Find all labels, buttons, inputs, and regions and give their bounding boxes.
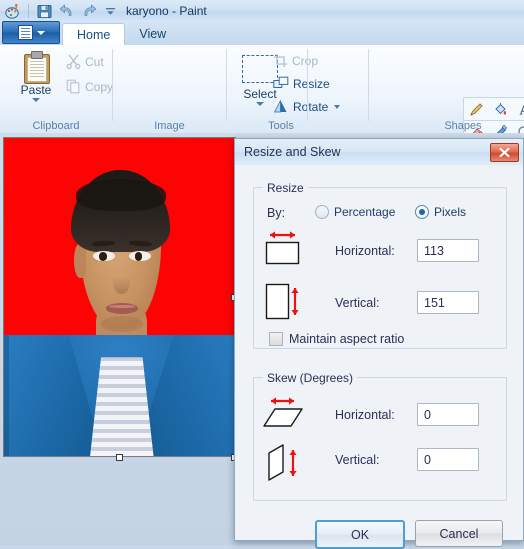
vertical-resize-icon <box>261 279 305 328</box>
radio-indicator <box>415 205 429 219</box>
resize-and-skew-dialog: Resize and Skew Resize By: Percentage Pi… <box>234 138 524 541</box>
resize-handle-bottom[interactable] <box>116 454 123 461</box>
quick-access-toolbar <box>0 2 120 21</box>
chevron-down-icon <box>37 31 45 35</box>
group-divider <box>307 49 308 121</box>
by-label: By: <box>267 206 285 220</box>
horizontal-skew-icon <box>261 393 307 438</box>
close-icon[interactable] <box>490 143 519 162</box>
skew-legend: Skew (Degrees) <box>263 371 357 385</box>
ribbon: Paste Cut Copy Clipboard Select <box>0 45 524 134</box>
ribbon-group-shapes: Shapes <box>369 45 524 133</box>
dialog-title-bar: Resize and Skew <box>235 139 523 166</box>
cancel-button[interactable]: Cancel <box>415 520 503 547</box>
ribbon-group-image: Select Crop Resize Rotate Image <box>113 45 226 133</box>
scissors-icon <box>66 54 81 69</box>
tab-view[interactable]: View <box>125 23 180 45</box>
tools-group-label: Tools <box>227 120 335 132</box>
vertical-skew-input[interactable]: 0 <box>417 448 479 471</box>
horizontal-resize-icon <box>261 227 305 272</box>
ribbon-group-clipboard: Paste Cut Copy Clipboard <box>0 45 112 133</box>
paste-button[interactable]: Paste <box>9 49 63 115</box>
window-title: karyono - Paint <box>126 4 207 18</box>
radio-percentage-label: Percentage <box>334 205 395 219</box>
radio-pixels-label: Pixels <box>434 205 466 219</box>
vertical-pixels-value: 151 <box>424 296 445 310</box>
resize-legend: Resize <box>263 181 308 195</box>
paste-label: Paste <box>21 83 52 97</box>
portrait-photo <box>4 138 235 456</box>
vertical-skew-value: 0 <box>424 453 431 467</box>
clipboard-group-label: Clipboard <box>0 120 112 132</box>
radio-percentage[interactable]: Percentage <box>315 205 395 219</box>
copy-label: Copy <box>85 80 113 94</box>
paint-app-icon[interactable] <box>3 2 22 21</box>
chevron-down-icon <box>32 98 40 102</box>
dialog-title: Resize and Skew <box>244 145 341 159</box>
radio-indicator <box>315 205 329 219</box>
image-group-label: Image <box>113 120 226 132</box>
cut-label: Cut <box>85 55 104 69</box>
radio-pixels[interactable]: Pixels <box>415 205 466 219</box>
ribbon-tab-strip: Home View <box>0 22 524 45</box>
undo-icon[interactable] <box>57 2 76 21</box>
customize-quick-access-icon[interactable] <box>101 2 120 21</box>
maintain-aspect-ratio-checkbox[interactable]: Maintain aspect ratio <box>269 332 404 346</box>
app-menu-button[interactable] <box>2 21 60 44</box>
vertical-label: Vertical: <box>335 296 379 310</box>
horizontal-pixels-input[interactable]: 113 <box>417 239 479 262</box>
skew-horizontal-label: Horizontal: <box>335 408 395 422</box>
canvas-container <box>3 137 236 457</box>
qat-separator <box>28 4 29 18</box>
save-icon[interactable] <box>35 2 54 21</box>
maintain-aspect-ratio-label: Maintain aspect ratio <box>289 332 404 346</box>
vertical-pixels-input[interactable]: 151 <box>417 291 479 314</box>
window-title-bar: karyono - Paint <box>0 0 524 23</box>
skew-vertical-label: Vertical: <box>335 453 379 467</box>
tab-home[interactable]: Home <box>62 23 125 45</box>
clipboard-icon <box>23 51 49 82</box>
document-icon <box>18 25 33 40</box>
horizontal-skew-value: 0 <box>424 408 431 422</box>
ribbon-group-tools: A <box>227 45 367 133</box>
copy-icon <box>66 79 81 94</box>
vertical-skew-icon <box>261 440 307 489</box>
horizontal-pixels-value: 113 <box>424 244 444 258</box>
horizontal-label: Horizontal: <box>335 244 395 258</box>
horizontal-skew-input[interactable]: 0 <box>417 403 479 426</box>
copy-button[interactable]: Copy <box>66 79 113 94</box>
checkbox-indicator <box>269 332 283 346</box>
image-canvas[interactable] <box>3 137 236 457</box>
redo-icon[interactable] <box>79 2 98 21</box>
cut-button[interactable]: Cut <box>66 54 104 69</box>
shapes-group-label: Shapes <box>403 120 523 132</box>
dialog-body: Resize By: Percentage Pixels Horizontal:… <box>235 165 523 540</box>
